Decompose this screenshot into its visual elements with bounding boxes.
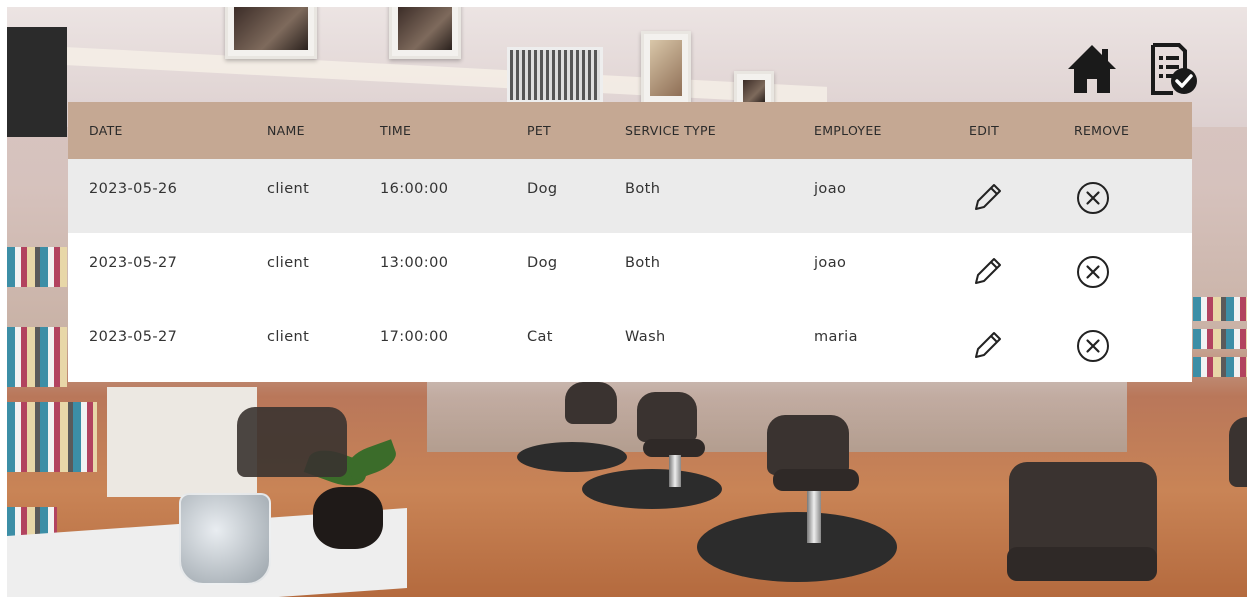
cell-time: 17:00:00	[380, 329, 449, 345]
cell-date: 2023-05-27	[89, 329, 178, 345]
cell-pet: Dog	[527, 181, 558, 197]
cell-employee: joao	[814, 181, 847, 197]
cell-name: client	[267, 255, 310, 271]
wall-picture	[389, 7, 461, 59]
cell-service-type: Both	[625, 255, 661, 271]
home-icon	[1068, 45, 1116, 93]
column-header-pet: PET	[527, 123, 551, 138]
column-header-remove: REMOVE	[1074, 123, 1130, 138]
product-shelf-left	[7, 247, 67, 287]
table-row: 2023-05-27 client 13:00:00 Dog Both joao	[68, 233, 1192, 307]
column-header-service-type: SERVICE TYPE	[625, 123, 716, 138]
left-cabinet	[7, 27, 67, 137]
floor-mat	[517, 442, 627, 472]
cell-name: client	[267, 181, 310, 197]
cell-time: 16:00:00	[380, 181, 449, 197]
sink-station	[107, 387, 257, 497]
product-shelf-right	[1193, 357, 1247, 377]
remove-button[interactable]	[1075, 328, 1111, 364]
wall-picture	[225, 7, 317, 59]
cell-employee: maria	[814, 329, 858, 345]
wall-vent	[507, 47, 603, 103]
salon-chair-seat	[773, 469, 859, 491]
salon-chair	[767, 415, 849, 475]
table-row: 2023-05-27 client 17:00:00 Cat Wash mari…	[68, 307, 1192, 382]
cell-date: 2023-05-26	[89, 181, 178, 197]
circle-x-icon	[1077, 256, 1109, 288]
edit-button[interactable]	[970, 329, 1004, 363]
pencil-icon	[975, 332, 1001, 358]
cell-pet: Dog	[527, 255, 558, 271]
plant-leaf	[344, 439, 400, 481]
product-shelf-right	[1193, 329, 1247, 349]
salon-chair	[1229, 417, 1247, 487]
pencil-icon	[975, 184, 1001, 210]
salon-chair	[237, 407, 347, 477]
appointments-list-button[interactable]	[1144, 40, 1202, 98]
cell-name: client	[267, 329, 310, 345]
plant-pot	[313, 487, 383, 549]
appointment-list-check-icon	[1151, 43, 1197, 95]
cell-pet: Cat	[527, 329, 553, 345]
remove-button[interactable]	[1075, 180, 1111, 216]
pencil-icon	[975, 258, 1001, 284]
cell-service-type: Wash	[625, 329, 666, 345]
column-header-employee: EMPLOYEE	[814, 123, 882, 138]
product-shelf-right	[1193, 297, 1247, 321]
floor-mat	[697, 512, 897, 582]
wall-picture	[641, 31, 691, 105]
cell-employee: joao	[814, 255, 847, 271]
salon-chair	[565, 382, 617, 424]
column-header-edit: EDIT	[969, 123, 1000, 138]
edit-button[interactable]	[970, 181, 1004, 215]
product-shelf-left	[7, 402, 97, 472]
cell-service-type: Both	[625, 181, 661, 197]
column-header-name: NAME	[267, 123, 305, 138]
table-row: 2023-05-26 client 16:00:00 Dog Both joao	[68, 159, 1192, 233]
circle-x-icon	[1077, 330, 1109, 362]
home-button[interactable]	[1063, 40, 1121, 98]
column-header-date: DATE	[89, 123, 123, 138]
circle-x-icon	[1077, 182, 1109, 214]
table-header: DATE NAME TIME PET SERVICE TYPE EMPLOYEE…	[68, 102, 1192, 159]
cell-date: 2023-05-27	[89, 255, 178, 271]
salon-chair	[637, 392, 697, 442]
cell-time: 13:00:00	[380, 255, 449, 271]
edit-button[interactable]	[970, 255, 1004, 289]
salon-chair-seat	[1007, 547, 1157, 581]
product-shelf-left	[7, 327, 67, 387]
candy-bowl	[179, 493, 271, 585]
appointments-table: DATE NAME TIME PET SERVICE TYPE EMPLOYEE…	[68, 102, 1192, 382]
remove-button[interactable]	[1075, 254, 1111, 290]
floor-mat	[582, 469, 722, 509]
salon-chair-base	[807, 491, 821, 543]
salon-chair-base	[669, 455, 681, 487]
column-header-time: TIME	[380, 123, 412, 138]
